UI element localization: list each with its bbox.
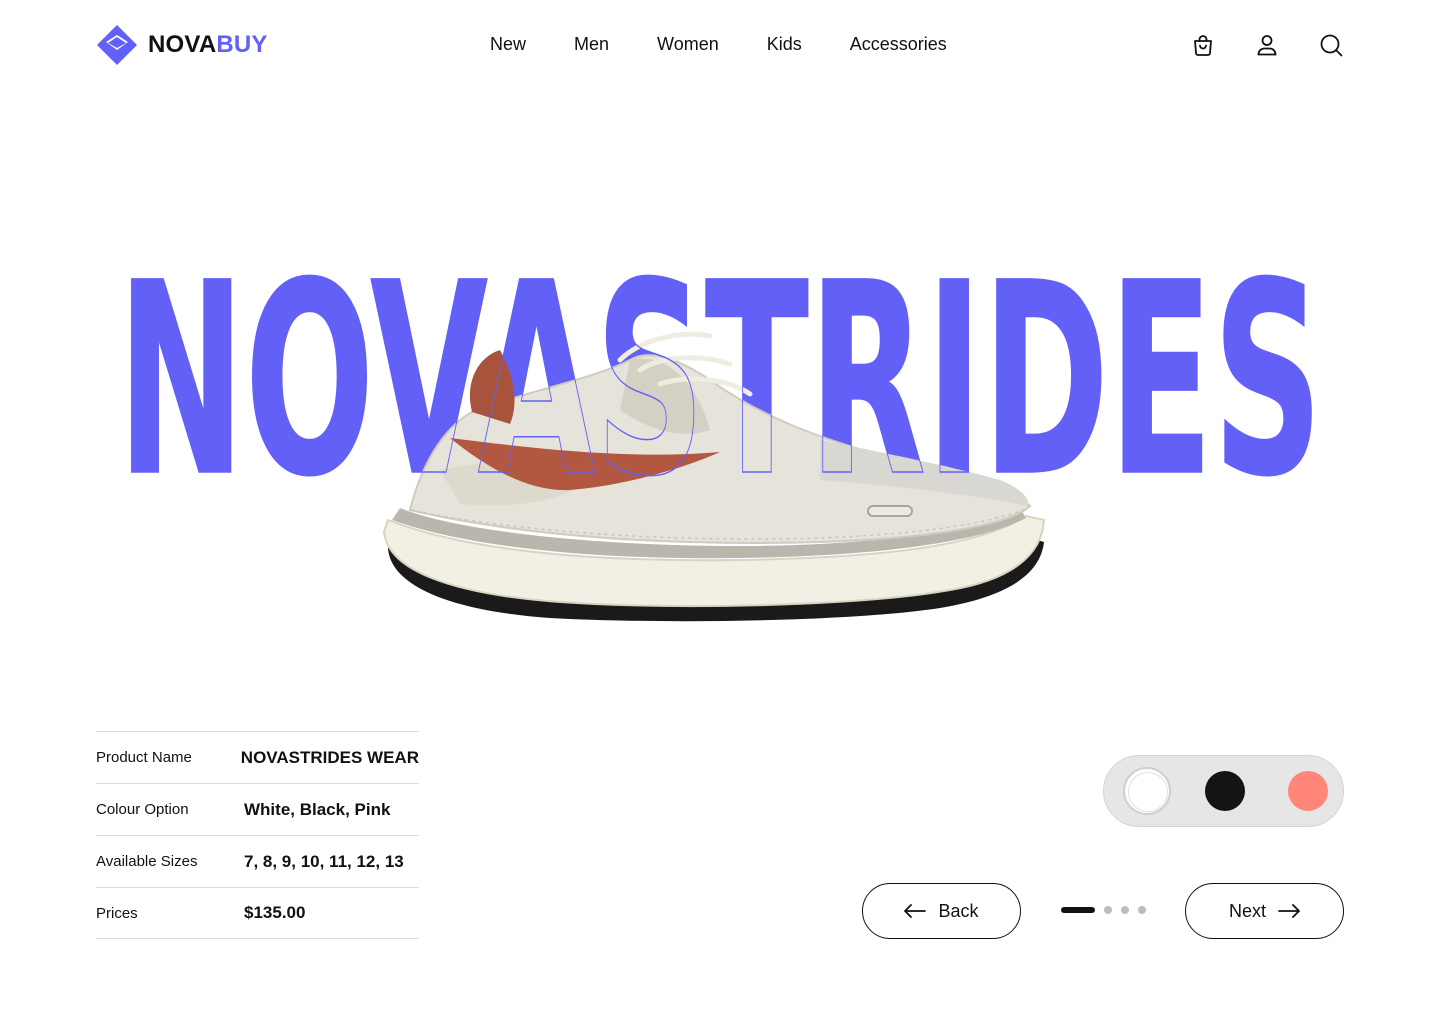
detail-label: Colour Option — [96, 801, 189, 818]
detail-value: 7, 8, 9, 10, 11, 12, 13 — [244, 851, 404, 871]
hero-section: NOVASTRIDES NOVASTRIDES — [0, 180, 1440, 660]
pagination-dot-3[interactable] — [1121, 906, 1129, 914]
detail-value: NOVASTRIDES WEAR — [240, 747, 419, 767]
nav-item-kids[interactable]: Kids — [767, 34, 802, 55]
product-details-table: Product Name NOVASTRIDES WEAR Colour Opt… — [96, 731, 419, 939]
hero-title-outline-text: NOVASTRIDES — [118, 227, 1323, 535]
brand-logo[interactable]: NOVABUY — [96, 24, 268, 66]
header-icons — [1190, 32, 1344, 58]
arrow-left-icon — [904, 904, 927, 918]
color-swatch-pink[interactable] — [1288, 771, 1328, 811]
color-picker — [1103, 755, 1344, 827]
hero-title-outline: NOVASTRIDES — [117, 226, 1324, 536]
color-swatch-white[interactable] — [1123, 767, 1171, 815]
detail-row-prices: Prices $135.00 — [96, 887, 419, 939]
brand-name: NOVABUY — [148, 31, 268, 59]
pagination-dots — [1061, 906, 1146, 914]
next-button[interactable]: Next — [1185, 883, 1344, 939]
detail-value: White, Black, Pink — [244, 799, 391, 819]
brand-name-nova: NOVA — [148, 31, 217, 58]
detail-value: $135.00 — [244, 903, 306, 922]
detail-label: Available Sizes — [96, 853, 198, 870]
user-icon[interactable] — [1254, 32, 1280, 58]
detail-row-colour-option: Colour Option White, Black, Pink — [96, 783, 419, 835]
nav-item-new[interactable]: New — [490, 34, 526, 55]
detail-row-product-name: Product Name NOVASTRIDES WEAR — [96, 731, 419, 783]
logo-diamond-icon — [97, 25, 137, 65]
back-button[interactable]: Back — [862, 883, 1021, 939]
nav-item-women[interactable]: Women — [657, 34, 719, 55]
pagination-dot-4[interactable] — [1138, 906, 1146, 914]
shopping-bag-icon[interactable] — [1190, 32, 1216, 58]
detail-label: Prices — [96, 904, 138, 922]
back-button-label: Back — [938, 900, 979, 921]
color-swatch-black[interactable] — [1205, 771, 1245, 811]
detail-label: Product Name — [96, 749, 192, 766]
pagination-dot-1[interactable] — [1061, 907, 1095, 913]
pagination-dot-2[interactable] — [1104, 906, 1112, 914]
nav-item-men[interactable]: Men — [574, 34, 609, 55]
brand-name-buy: BUY — [216, 31, 268, 58]
main-nav: New Men Women Kids Accessories — [490, 34, 947, 55]
detail-row-available-sizes: Available Sizes 7, 8, 9, 10, 11, 12, 13 — [96, 835, 419, 887]
search-icon[interactable] — [1318, 32, 1344, 58]
next-button-label: Next — [1228, 900, 1266, 921]
arrow-right-icon — [1278, 904, 1300, 918]
nav-item-accessories[interactable]: Accessories — [850, 34, 947, 55]
site-header: NOVABUY New Men Women Kids Accessories — [0, 0, 1440, 92]
